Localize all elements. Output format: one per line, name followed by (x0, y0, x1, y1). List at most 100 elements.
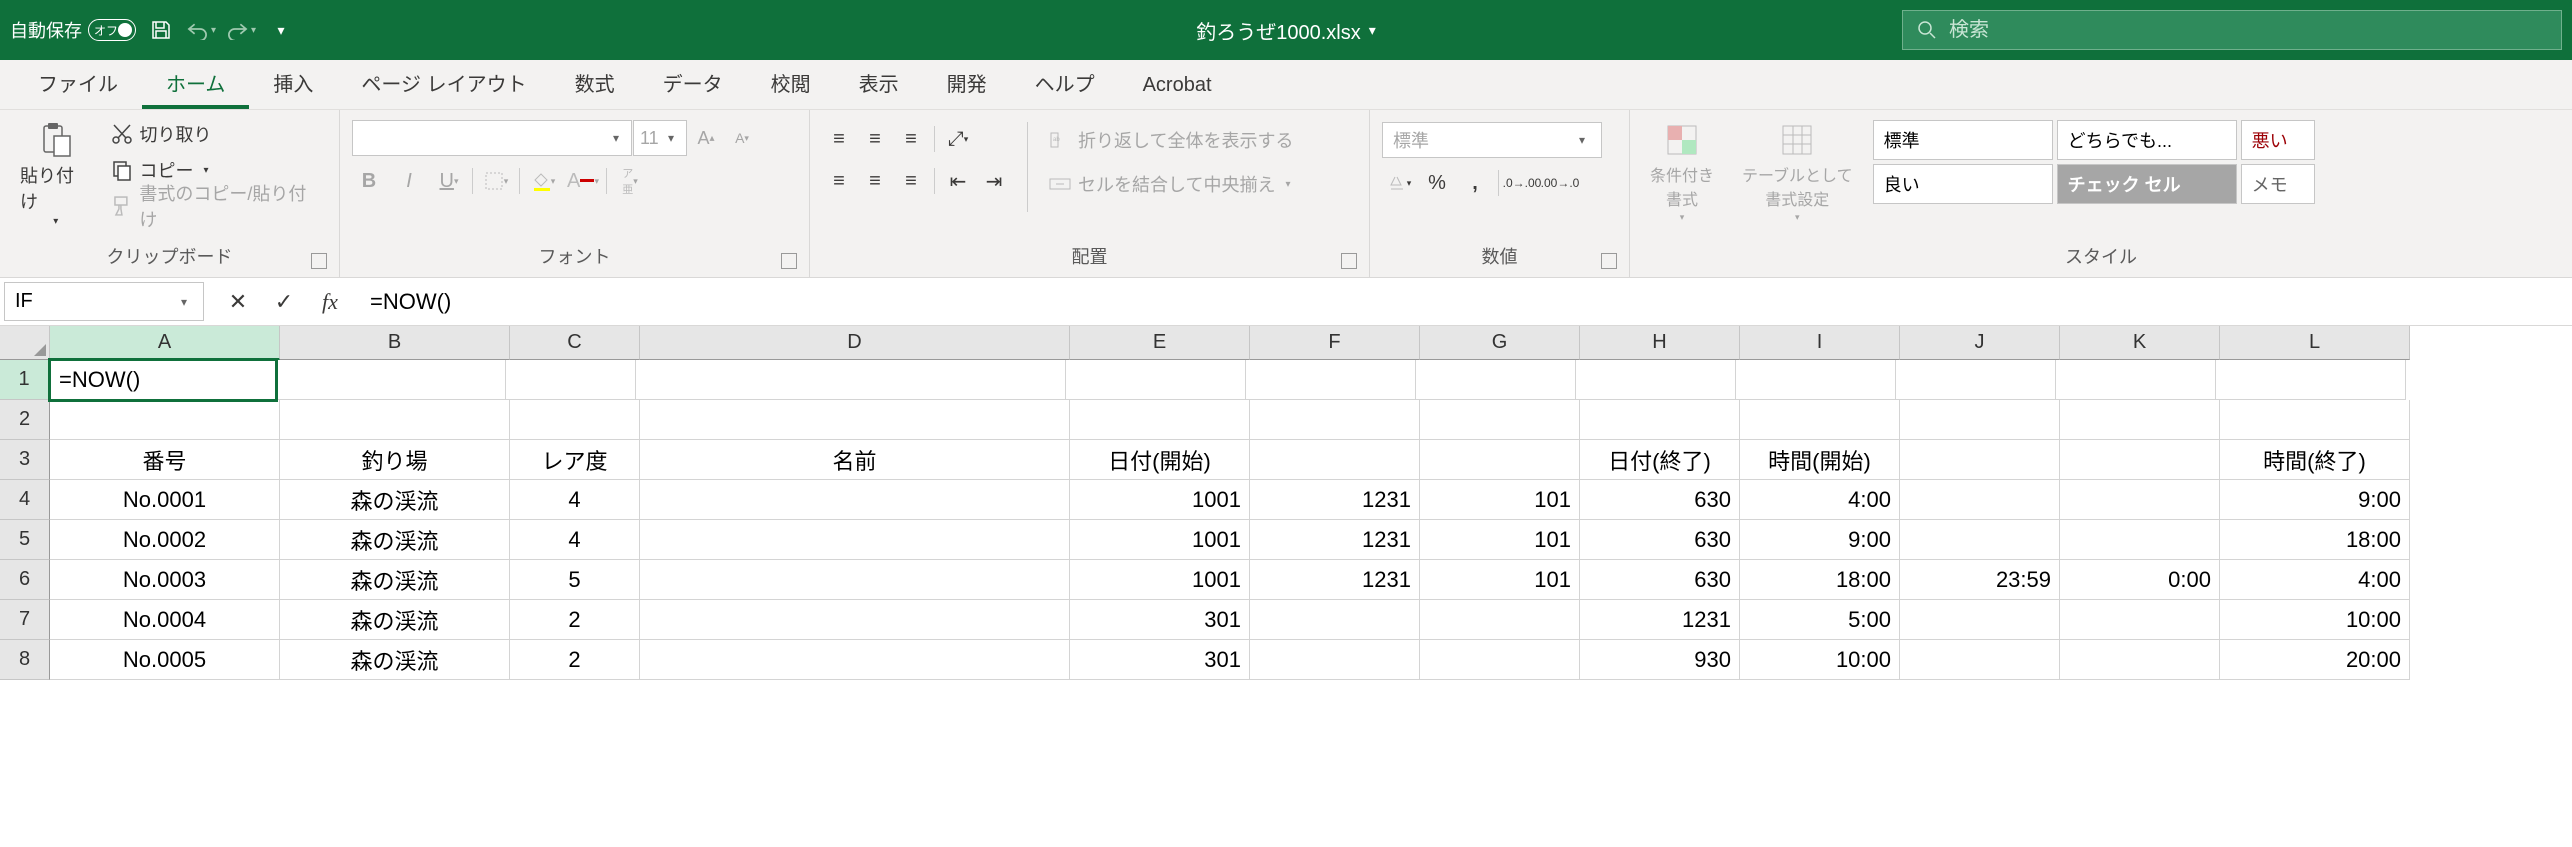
cell-style-3[interactable]: 良い (1873, 164, 2053, 204)
cell-E3[interactable]: 日付(開始) (1070, 440, 1250, 480)
cell-A8[interactable]: No.0005 (50, 640, 280, 680)
cell-F4[interactable]: 1231 (1250, 480, 1420, 520)
underline-button[interactable]: U▾ (432, 164, 466, 198)
cell-style-0[interactable]: 標準 (1873, 120, 2053, 160)
cell-F2[interactable] (1250, 400, 1420, 440)
filename[interactable]: 釣ろうぜ1000.xlsx ▾ (1196, 16, 1376, 45)
cell-L4[interactable]: 9:00 (2220, 480, 2410, 520)
cell-K1[interactable] (2056, 360, 2216, 400)
autosave-toggle[interactable]: 自動保存 オフ (10, 17, 136, 43)
cell-B8[interactable]: 森の渓流 (280, 640, 510, 680)
cell-J7[interactable] (1900, 600, 2060, 640)
accounting-format-icon[interactable]: ▾ (1382, 166, 1416, 200)
decrease-font-icon[interactable]: A▾ (725, 121, 759, 155)
cell-D3[interactable]: 名前 (640, 440, 1070, 480)
cell-G7[interactable] (1420, 600, 1580, 640)
phonetic-button[interactable]: ア亜▾ (613, 164, 647, 198)
cell-L5[interactable]: 18:00 (2220, 520, 2410, 560)
name-box[interactable]: IF ▾ (4, 282, 204, 321)
cell-J5[interactable] (1900, 520, 2060, 560)
cell-H1[interactable] (1576, 360, 1736, 400)
cell-A6[interactable]: No.0003 (50, 560, 280, 600)
cell-A3[interactable]: 番号 (50, 440, 280, 480)
cell-F7[interactable] (1250, 600, 1420, 640)
undo-icon[interactable]: ▾ (186, 15, 216, 45)
column-header-D[interactable]: D (640, 326, 1070, 360)
align-right-icon[interactable]: ≡ (894, 164, 928, 198)
tab-挿入[interactable]: 挿入 (249, 58, 337, 109)
cell-D8[interactable] (640, 640, 1070, 680)
cell-I8[interactable]: 10:00 (1740, 640, 1900, 680)
bold-button[interactable]: B (352, 164, 386, 198)
tab-ホーム[interactable]: ホーム (142, 58, 249, 109)
increase-font-icon[interactable]: A▴ (689, 121, 723, 155)
font-size-select[interactable]: 11▾ (633, 120, 687, 156)
align-bottom-icon[interactable]: ≡ (894, 122, 928, 156)
cell-K8[interactable] (2060, 640, 2220, 680)
cell-C3[interactable]: レア度 (510, 440, 640, 480)
cell-H3[interactable]: 日付(終了) (1580, 440, 1740, 480)
row-header-6[interactable]: 6 (0, 560, 50, 600)
cell-J4[interactable] (1900, 480, 2060, 520)
cell-D7[interactable] (640, 600, 1070, 640)
cell-E2[interactable] (1070, 400, 1250, 440)
cell-J1[interactable] (1896, 360, 2056, 400)
cell-J8[interactable] (1900, 640, 2060, 680)
save-icon[interactable] (146, 15, 176, 45)
cell-E1[interactable] (1066, 360, 1246, 400)
cell-E6[interactable]: 1001 (1070, 560, 1250, 600)
cell-K7[interactable] (2060, 600, 2220, 640)
formula-enter-icon[interactable]: ✓ (264, 283, 304, 321)
cell-K5[interactable] (2060, 520, 2220, 560)
format-as-table-button[interactable]: テーブルとして 書式設定▾ (1734, 116, 1861, 227)
qat-customize-icon[interactable]: ▾ (266, 15, 296, 45)
cell-G1[interactable] (1416, 360, 1576, 400)
cell-E4[interactable]: 1001 (1070, 480, 1250, 520)
cell-I5[interactable]: 9:00 (1740, 520, 1900, 560)
number-format-select[interactable]: 標準▾ (1382, 122, 1602, 158)
tab-データ[interactable]: データ (639, 58, 747, 109)
formula-cancel-icon[interactable]: ✕ (218, 283, 258, 321)
column-header-B[interactable]: B (280, 326, 510, 360)
cell-D2[interactable] (640, 400, 1070, 440)
cell-G2[interactable] (1420, 400, 1580, 440)
cell-L3[interactable]: 時間(終了) (2220, 440, 2410, 480)
cell-B3[interactable]: 釣り場 (280, 440, 510, 480)
cell-A5[interactable]: No.0002 (50, 520, 280, 560)
align-middle-icon[interactable]: ≡ (858, 122, 892, 156)
decrease-indent-icon[interactable]: ⇤ (941, 164, 975, 198)
cell-C6[interactable]: 5 (510, 560, 640, 600)
cell-B5[interactable]: 森の渓流 (280, 520, 510, 560)
cell-B1[interactable] (276, 360, 506, 400)
cell-E8[interactable]: 301 (1070, 640, 1250, 680)
cell-J3[interactable] (1900, 440, 2060, 480)
decrease-decimal-icon[interactable]: .00→.0 (1543, 166, 1577, 200)
align-launcher-icon[interactable] (1341, 253, 1357, 269)
cell-F1[interactable] (1246, 360, 1416, 400)
cell-K4[interactable] (2060, 480, 2220, 520)
tab-表示[interactable]: 表示 (835, 58, 923, 109)
row-header-5[interactable]: 5 (0, 520, 50, 560)
formula-input[interactable] (360, 278, 2572, 325)
cell-H4[interactable]: 630 (1580, 480, 1740, 520)
cut-button[interactable]: 切り取り (106, 116, 327, 152)
tab-数式[interactable]: 数式 (551, 58, 639, 109)
search-input[interactable] (1949, 19, 2547, 42)
cell-G3[interactable] (1420, 440, 1580, 480)
cell-B7[interactable]: 森の渓流 (280, 600, 510, 640)
wrap-text-button[interactable]: ab 折り返して全体を表示する (1044, 122, 1297, 158)
align-center-icon[interactable]: ≡ (858, 164, 892, 198)
cell-H2[interactable] (1580, 400, 1740, 440)
cell-I1[interactable] (1736, 360, 1896, 400)
cell-I6[interactable]: 18:00 (1740, 560, 1900, 600)
tab-開発[interactable]: 開発 (923, 58, 1011, 109)
row-header-7[interactable]: 7 (0, 600, 50, 640)
column-header-I[interactable]: I (1740, 326, 1900, 360)
row-header-2[interactable]: 2 (0, 400, 50, 440)
number-launcher-icon[interactable] (1601, 253, 1617, 269)
search-box[interactable] (1902, 10, 2562, 50)
cell-style-1[interactable]: どちらでも... (2057, 120, 2237, 160)
cell-F6[interactable]: 1231 (1250, 560, 1420, 600)
column-header-G[interactable]: G (1420, 326, 1580, 360)
cell-K3[interactable] (2060, 440, 2220, 480)
